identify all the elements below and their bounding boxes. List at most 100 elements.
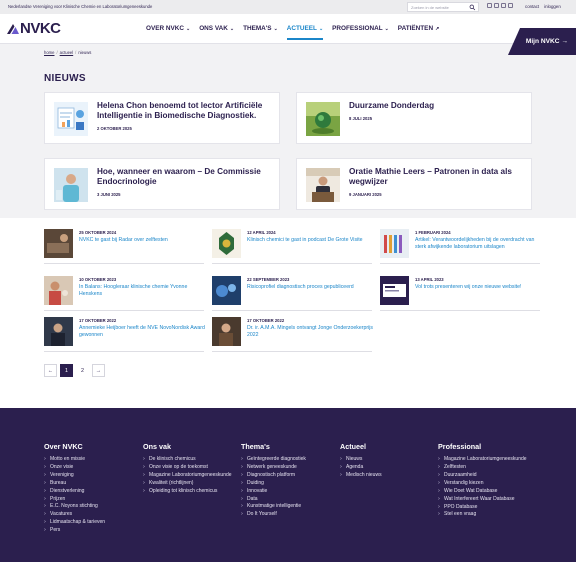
news-date: 22 SEPTEMBER 2023 (247, 277, 290, 282)
footer-link[interactable]: Wie Doet Wat Database (438, 488, 534, 496)
footer-col-actueel: Actueel Nieuws Agenda Medisch nieuws (340, 442, 382, 480)
footer-heading: Thema's (241, 442, 270, 451)
news-thumbnail (380, 229, 409, 258)
featured-card[interactable]: Oratie Mathie Leers – Patronen in data a… (296, 158, 532, 210)
footer-heading: Ons vak (143, 442, 171, 451)
featured-card[interactable]: Hoe, wanneer en waarom – De Commissie En… (44, 158, 280, 210)
news-title[interactable]: Annemieke Heijboer heeft de NVE NovoNord… (79, 325, 209, 339)
news-title[interactable]: Risicoprofiel diagnostisch proces gepubl… (247, 284, 377, 291)
news-title[interactable]: Klinisch chemici te gast in podcast De G… (247, 237, 377, 244)
youtube-icon[interactable] (508, 3, 513, 8)
footer-link[interactable]: Lidmaatschap & tarieven (44, 519, 105, 527)
linkedin-icon[interactable] (501, 3, 506, 8)
utility-links: contact inloggen (525, 4, 561, 9)
footer-link[interactable]: Netwerk geneeskunde (241, 464, 306, 472)
featured-date: 3 JUNI 2025 (97, 192, 121, 197)
nav-themas[interactable]: THEMA'S ⌄ (243, 25, 278, 32)
footer-link[interactable]: Nieuws (340, 456, 382, 464)
featured-date: 2 OKTOBER 2025 (97, 126, 132, 131)
featured-card[interactable]: Helena Chon benoemd tot lector Artificië… (44, 92, 280, 144)
list-item[interactable]: 22 SEPTEMBER 2023 Risicoprofiel diagnost… (212, 275, 372, 311)
footer-link[interactable]: Kwaliteit (richtlijnen) (143, 480, 235, 488)
list-item[interactable]: 17 OKTOBER 2022 Annemieke Heijboer heeft… (44, 316, 205, 352)
breadcrumb-actueel[interactable]: actueel (60, 50, 74, 55)
footer-link[interactable]: Magazine Laboratoriumgeneeskunde (438, 456, 534, 462)
footer-link[interactable]: Geïntegreerde diagnostiek (241, 456, 306, 464)
social-links (487, 3, 513, 8)
news-thumbnail (44, 229, 73, 258)
list-item[interactable]: 17 OKTOBER 2022 Dr. ir. A.M.A. Mingels o… (212, 316, 373, 352)
mijn-nvkc-button[interactable]: Mijn NVKC → (508, 28, 576, 55)
footer-link[interactable]: Duurzaamheid (438, 472, 534, 480)
footer-link[interactable]: Diagnostisch platform (241, 472, 306, 480)
list-item[interactable]: 12 APRIL 2024 Klinisch chemici te gast i… (212, 228, 372, 264)
list-item[interactable]: 13 APRIL 2023 Vol trots presenteren wij … (380, 275, 540, 311)
footer-col-over-nvkc: Over NVKC Motto en missie Onze visie Ver… (44, 442, 105, 535)
twitter-icon[interactable] (494, 3, 499, 8)
footer-link[interactable]: De klinisch chemicus (143, 456, 235, 464)
page-2-button[interactable]: 2 (76, 364, 89, 377)
org-name: Nederlandse Vereniging voor Klinische Ch… (8, 4, 153, 9)
footer-link[interactable]: Onze visie op de toekomst (143, 464, 235, 472)
nvkc-logo[interactable]: NVKC (6, 20, 61, 37)
search-icon[interactable] (469, 4, 476, 11)
nav-ons-vak[interactable]: ONS VAK ⌄ (199, 25, 234, 32)
news-title[interactable]: Vol trots presenteren wij onze nieuwe we… (415, 284, 545, 291)
footer-link[interactable]: E.C. Noyons stichting (44, 503, 105, 511)
news-thumbnail (212, 276, 241, 305)
footer-link[interactable]: Innovatie (241, 488, 306, 496)
page-1-button[interactable]: 1 (60, 364, 73, 377)
footer-link[interactable]: Motto en missie (44, 456, 105, 464)
footer-link[interactable]: Bureau (44, 480, 105, 488)
main-header: NVKC OVER NVKC ⌄ ONS VAK ⌄ THEMA'S ⌄ ACTUEE… (0, 14, 576, 55)
facebook-icon[interactable] (487, 3, 492, 8)
news-title[interactable]: NVKC te gast bij Radar over zelftesten (79, 237, 209, 244)
footer-link[interactable]: Zelftesten (438, 464, 534, 472)
footer-link[interactable]: Agenda (340, 464, 382, 472)
footer-link[interactable]: Stel een vraag (438, 511, 534, 519)
news-title[interactable]: Dr. ir. A.M.A. Mingels ontvangt Jonge On… (247, 325, 377, 339)
footer-link[interactable]: Opleiding tot klinisch chemicus (143, 488, 235, 496)
nav-over-nvkc[interactable]: OVER NVKC ⌄ (146, 25, 190, 32)
footer-link[interactable]: Duiding (241, 480, 306, 488)
featured-date: 9 JANUARI 2025 (349, 192, 382, 197)
footer-link[interactable]: PPO Database (438, 504, 534, 512)
nav-actueel[interactable]: ACTUEEL ⌄ (286, 25, 324, 40)
footer-link[interactable]: Onze visie (44, 464, 105, 472)
utility-bar: Nederlandse Vereniging voor Klinische Ch… (0, 0, 576, 14)
footer-link[interactable]: Magazine Laboratoriumgeneeskunde (143, 472, 235, 478)
footer-link[interactable]: Do It Yourself (241, 511, 306, 519)
external-link-icon: ↗ (435, 26, 440, 32)
news-date: 25 OKTOBER 2024 (79, 230, 117, 235)
footer-link[interactable]: Wat Interfereert Waar Database (438, 496, 534, 504)
footer-heading: Actueel (340, 442, 366, 451)
speaker-photo (306, 168, 340, 202)
nav-patienten[interactable]: PATIËNTEN ↗ (398, 25, 439, 32)
chevron-down-icon: ⌄ (384, 26, 389, 32)
footer-link[interactable]: Medisch nieuws (340, 472, 382, 480)
news-title[interactable]: In Balans: Hoogleraar klinische chemie Y… (79, 284, 209, 298)
footer-link[interactable]: Data (241, 496, 306, 504)
login-link[interactable]: inloggen (544, 4, 561, 9)
nav-professional[interactable]: PROFESSIONAL ⌄ (332, 25, 389, 32)
list-item[interactable]: 1 FEBRUARI 2024 Artikel: Verantwoordelij… (380, 228, 540, 264)
footer-link[interactable]: Dienstverlening (44, 488, 105, 496)
footer-link[interactable]: Verstandig kiezen (438, 480, 534, 488)
footer-link[interactable]: Kunstmatige intelligentie (241, 503, 306, 511)
lab-chart-illustration (54, 102, 88, 136)
featured-card[interactable]: Duurzame Donderdag 8 JULI 2025 (296, 92, 532, 144)
footer-link[interactable]: Prijzen (44, 496, 105, 504)
prev-page-button[interactable]: ← (44, 364, 57, 377)
footer-link[interactable]: Vacatures (44, 511, 105, 519)
list-item[interactable]: 25 OKTOBER 2024 NVKC te gast bij Radar o… (44, 228, 204, 264)
footer-link[interactable]: Pers (44, 527, 105, 535)
search-input[interactable]: Zoeken in de website (407, 2, 479, 12)
breadcrumb: home / actueel / nieuws (44, 50, 92, 55)
news-title[interactable]: Artikel: Verantwoordelijkheden bij de ov… (415, 237, 545, 251)
contact-link[interactable]: contact (525, 4, 539, 9)
news-date: 1 FEBRUARI 2024 (415, 230, 451, 235)
footer-link[interactable]: Vereniging (44, 472, 105, 480)
list-item[interactable]: 10 OKTOBER 2023 In Balans: Hoogleraar kl… (44, 275, 204, 311)
breadcrumb-home[interactable]: home (44, 50, 54, 55)
next-page-button[interactable]: → (92, 364, 105, 377)
